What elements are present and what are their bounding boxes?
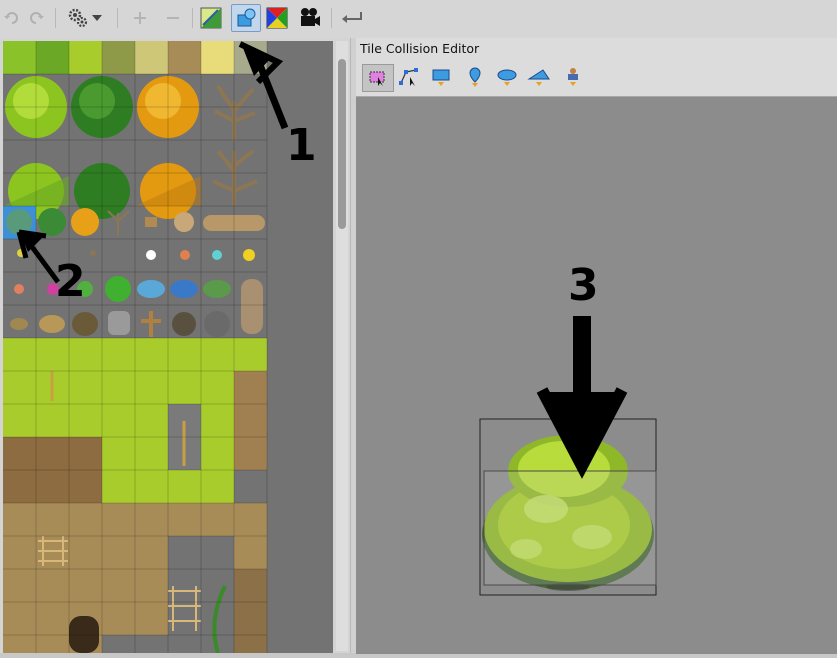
color-square-icon [266, 7, 288, 29]
settings-dropdown-button[interactable] [89, 6, 105, 30]
template-stamp-icon [568, 68, 578, 86]
toolbar-separator [192, 8, 193, 28]
tileset-image[interactable] [3, 41, 333, 653]
insert-ellipse-tool[interactable] [494, 64, 520, 90]
scrollbar-thumb[interactable] [338, 59, 346, 229]
toolbar-separator [331, 8, 332, 28]
undo-icon [4, 12, 18, 24]
gears-icon [68, 8, 88, 28]
annotation-number-2: 2 [55, 256, 86, 307]
tile-collision-editor: Tile Collision Editor [356, 38, 837, 654]
edit-polygons-tool[interactable] [396, 64, 422, 90]
rectangle-icon [432, 69, 450, 86]
edit-wang-colors-button[interactable] [265, 6, 289, 30]
zoom-in-button[interactable] [128, 6, 152, 30]
minus-icon [167, 17, 179, 19]
return-arrow-icon [342, 12, 362, 23]
edit-polygons-icon [399, 68, 418, 86]
annotation-number-1: 1 [286, 120, 317, 171]
settings-button[interactable] [66, 6, 90, 30]
main-toolbar [0, 0, 837, 39]
ellipse-icon [497, 69, 517, 86]
back-button[interactable] [340, 6, 364, 30]
insert-template-tool[interactable] [560, 64, 586, 90]
toolbar-separator [55, 8, 56, 28]
zoom-out-button[interactable] [161, 6, 185, 30]
collision-shapes-icon [237, 8, 256, 27]
point-pin-icon [469, 67, 481, 87]
film-camera-icon [301, 8, 320, 26]
annotation-number-3: 3 [568, 260, 599, 311]
redo-icon [30, 12, 44, 24]
tileset-scrollbar[interactable] [336, 41, 348, 651]
chevron-down-icon [92, 15, 102, 21]
insert-point-tool[interactable] [462, 64, 488, 90]
editor-title: Tile Collision Editor [360, 41, 480, 56]
polygon-icon [527, 69, 550, 86]
insert-rectangle-tool[interactable] [428, 64, 454, 90]
plus-icon [134, 12, 146, 24]
redo-button[interactable] [24, 6, 48, 30]
terrain-icon [200, 7, 222, 29]
edit-collision-button[interactable] [231, 4, 261, 32]
undo-button[interactable] [0, 6, 24, 30]
tile-animation-button[interactable] [298, 6, 322, 30]
toolbar-separator [117, 8, 118, 28]
edit-terrain-button[interactable] [199, 6, 223, 30]
select-objects-tool[interactable] [362, 64, 394, 92]
select-objects-icon [369, 71, 385, 86]
tileset-view[interactable] [3, 41, 333, 653]
collision-canvas[interactable] [356, 96, 837, 654]
collision-rectangle[interactable] [483, 470, 657, 586]
collision-scene[interactable] [356, 97, 837, 654]
insert-polygon-tool[interactable] [526, 64, 552, 90]
